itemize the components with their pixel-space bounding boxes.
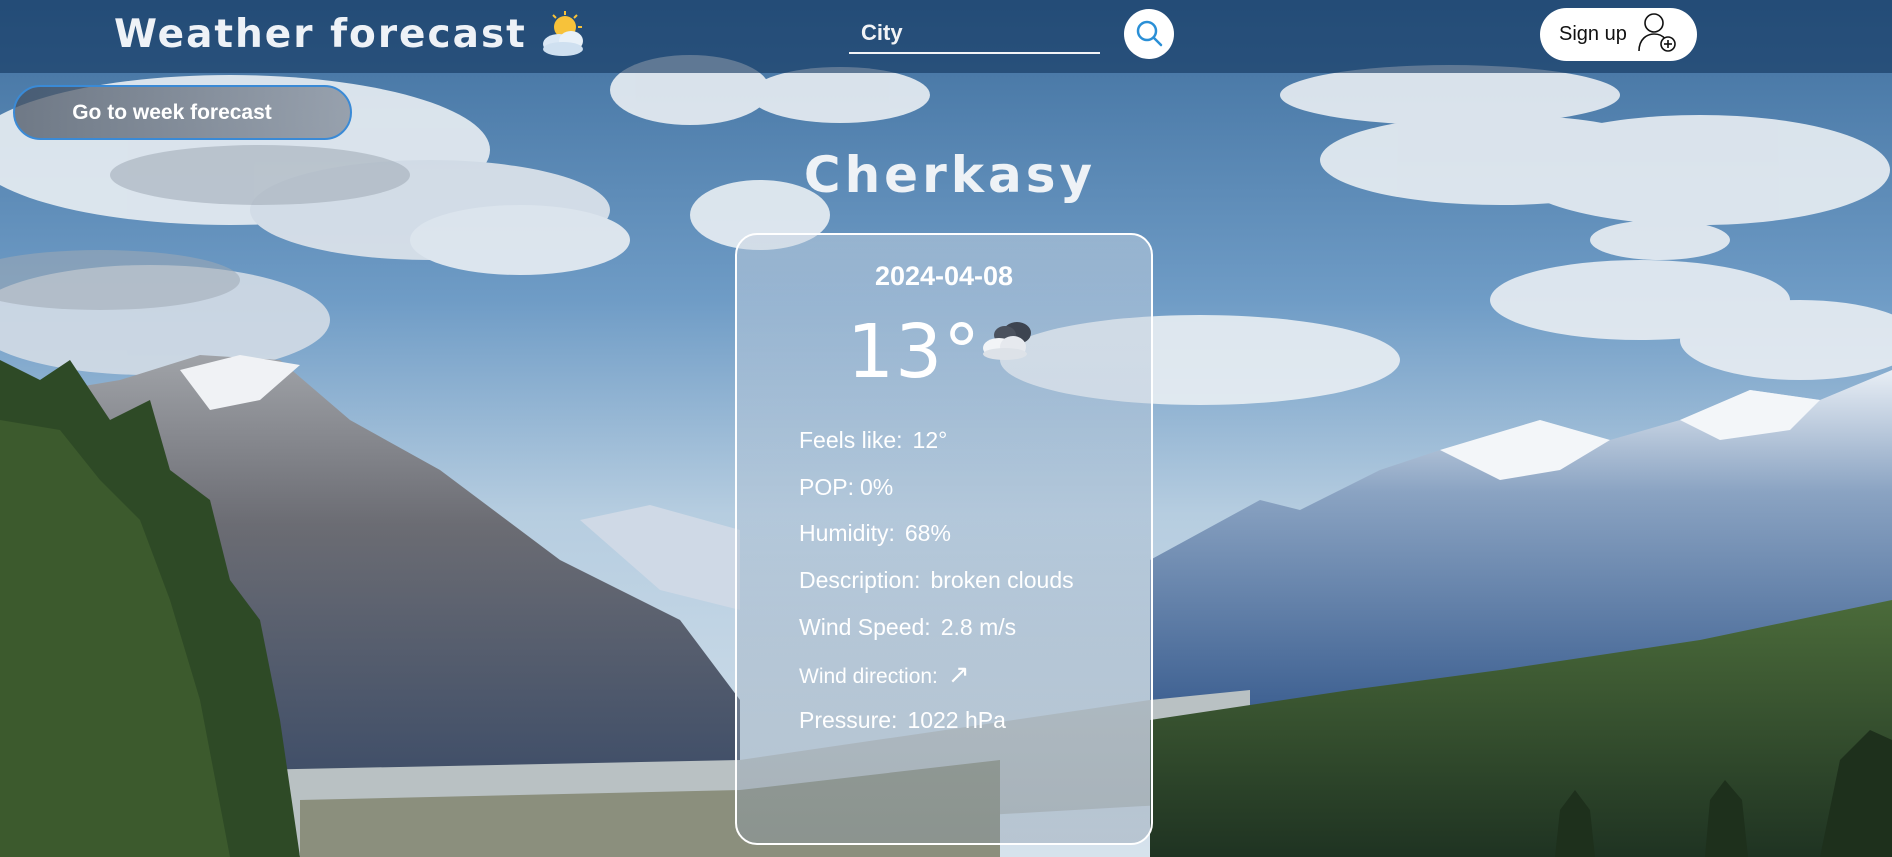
sign-up-label: Sign up	[1559, 23, 1627, 45]
humidity-label: Humidity:	[799, 520, 895, 546]
week-forecast-button[interactable]: Go to week forecast	[13, 85, 352, 140]
forecast-date: 2024-04-08	[874, 261, 1014, 291]
pop-value: 0%	[859, 474, 894, 500]
feels-like-row: Feels like: 12°	[799, 427, 947, 454]
feels-like-value: 12°	[912, 427, 948, 453]
wind-speed-value: 2.8 m/s	[940, 614, 1017, 640]
weather-card: 2024-04-08 13° Feels like: 12° POP: 0% Hum…	[735, 233, 1153, 845]
broken-clouds-icon	[975, 315, 1039, 363]
city-search	[849, 14, 1100, 54]
city-title: Cherkasy	[803, 146, 1097, 204]
pressure-row: Pressure: 1022 hPa	[799, 707, 1006, 734]
humidity-value: 68%	[904, 520, 951, 546]
search-button[interactable]	[1124, 9, 1174, 59]
description-value: broken clouds	[930, 567, 1074, 593]
pop-label: POP:	[799, 474, 854, 500]
sign-up-button[interactable]: Sign up	[1540, 8, 1697, 61]
app-title-text: Weather forecast	[114, 11, 527, 57]
user-add-icon	[1637, 11, 1677, 59]
partly-cloudy-sun-icon	[537, 11, 589, 57]
search-icon	[1134, 18, 1164, 51]
pressure-label: Pressure:	[799, 707, 898, 733]
wind-direction-arrow-icon: ↗	[947, 659, 970, 689]
week-forecast-label: Go to week forecast	[72, 100, 272, 124]
wind-direction-row: Wind direction: ↗	[799, 659, 970, 690]
temperature: 13°	[847, 309, 982, 395]
wind-direction-label: Wind direction:	[799, 665, 938, 688]
city-search-input[interactable]	[849, 14, 1100, 52]
feels-like-label: Feels like:	[799, 427, 903, 453]
pop-row: POP: 0%	[799, 474, 893, 501]
wind-speed-row: Wind Speed: 2.8 m/s	[799, 614, 1016, 641]
app-title: Weather forecast	[114, 11, 589, 57]
humidity-row: Humidity: 68%	[799, 520, 951, 547]
description-label: Description:	[799, 567, 921, 593]
wind-speed-label: Wind Speed:	[799, 614, 931, 640]
description-row: Description: broken clouds	[799, 567, 1074, 594]
pressure-value: 1022 hPa	[907, 707, 1006, 733]
